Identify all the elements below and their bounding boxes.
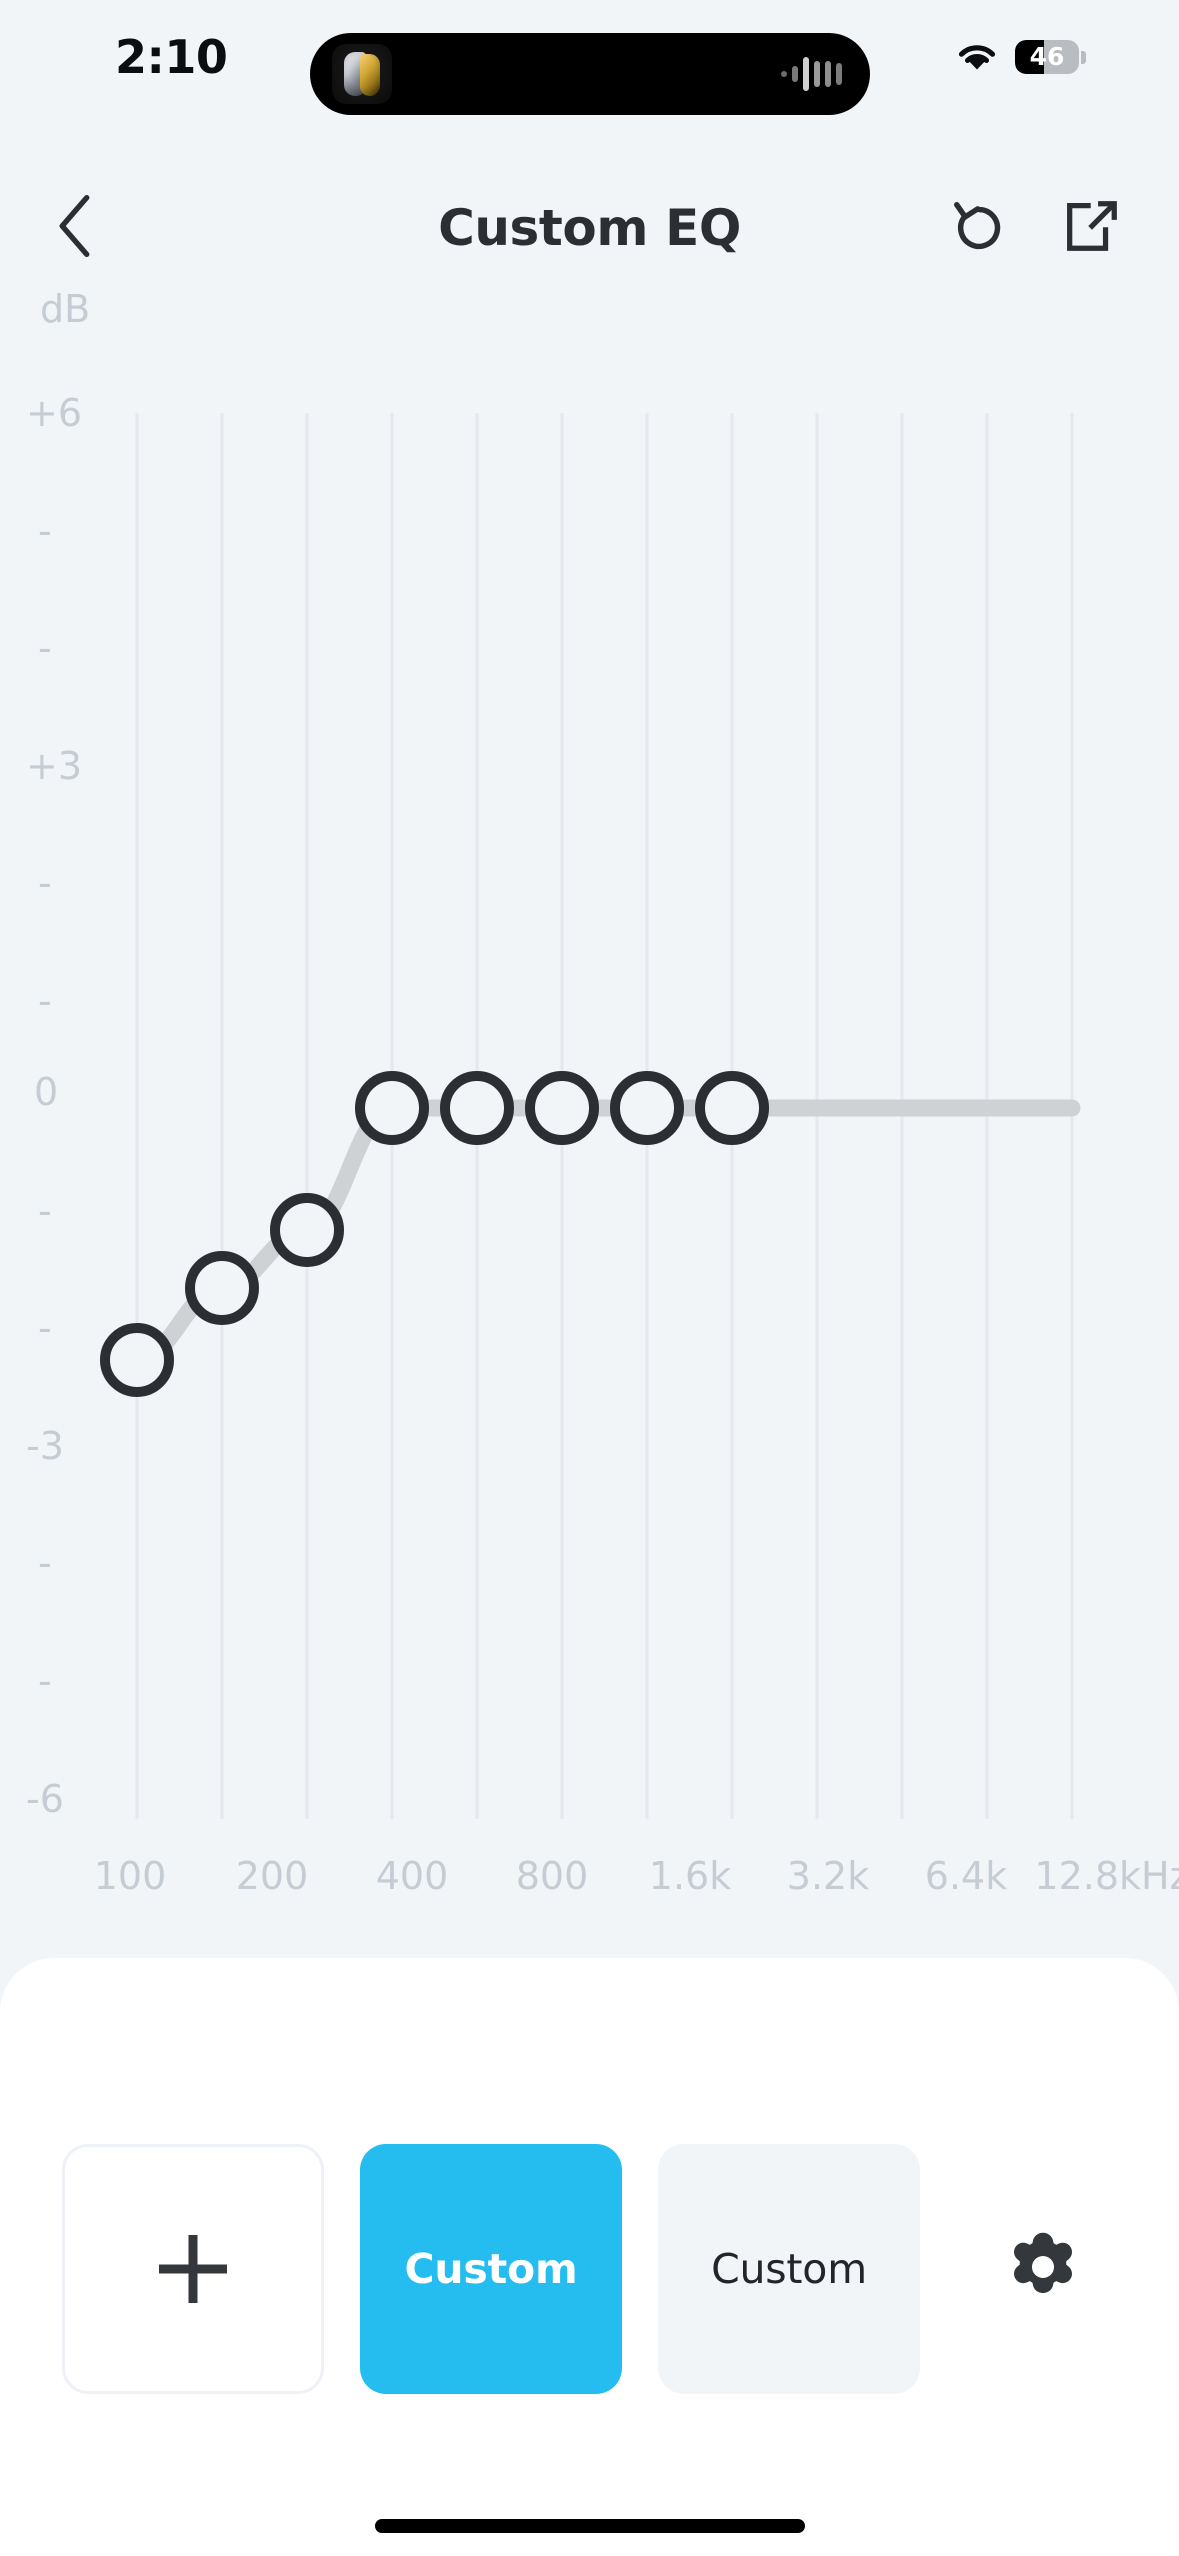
share-export-icon — [1060, 195, 1122, 262]
plus-icon — [145, 2221, 241, 2317]
preset-list: Custom Custom — [0, 2144, 1179, 2394]
x-axis-labels: 100 200 400 800 1.6k 3.2k 6.4k 12.8kHz — [94, 1854, 1179, 1898]
preset-bottom-sheet: Custom Custom — [0, 1958, 1179, 2556]
y-axis-labels: +6 - - +3 - - 0 - - -3 - - -6 — [26, 391, 82, 1821]
y-tick-minor-6: - — [38, 1306, 52, 1350]
y-axis-unit-label: dB — [40, 287, 90, 331]
status-bar-time: 2:10 — [115, 30, 228, 84]
eq-handle-1600[interactable] — [440, 1071, 514, 1145]
wifi-icon — [955, 40, 999, 74]
preset-label: Custom — [711, 2245, 867, 2293]
x-tick-800: 800 — [516, 1854, 589, 1898]
eq-handle-100[interactable] — [100, 1323, 174, 1397]
reset-button[interactable] — [937, 186, 1021, 270]
y-tick-minor-4: - — [38, 979, 52, 1023]
x-tick-400: 400 — [376, 1854, 449, 1898]
y-tick-zero: 0 — [34, 1070, 58, 1114]
nav-header: Custom EQ — [0, 172, 1179, 284]
preset-label: Custom — [404, 2245, 578, 2293]
x-tick-3200: 3.2k — [787, 1854, 869, 1898]
x-tick-1600: 1.6k — [649, 1854, 731, 1898]
eq-handle-800[interactable] — [355, 1071, 429, 1145]
y-tick-plus6: +6 — [26, 391, 82, 435]
y-tick-minus3: -3 — [26, 1424, 64, 1468]
status-bar-indicators: 46 — [955, 32, 1086, 82]
gear-icon — [1000, 2224, 1086, 2315]
home-indicator — [374, 2519, 805, 2533]
y-tick-minor-5: - — [38, 1189, 52, 1233]
settings-button[interactable] — [978, 2204, 1108, 2334]
x-tick-100: 100 — [94, 1854, 167, 1898]
y-tick-minor-2: - — [38, 626, 52, 670]
preset-tile-custom-2[interactable]: Custom — [658, 2144, 920, 2394]
audio-waveform-icon — [781, 33, 842, 115]
y-tick-minor-1: - — [38, 509, 52, 553]
share-button[interactable] — [1049, 186, 1133, 270]
now-playing-album-art — [332, 44, 392, 104]
y-tick-minus6: -6 — [26, 1777, 64, 1821]
y-tick-minor-7: - — [38, 1541, 52, 1585]
reset-undo-icon — [948, 195, 1010, 262]
status-bar: 2:10 46 — [0, 0, 1179, 115]
eq-handle-200[interactable] — [185, 1251, 259, 1325]
eq-handle-400[interactable] — [270, 1193, 344, 1267]
x-tick-12800: 12.8kHz — [1034, 1854, 1179, 1898]
eq-graph[interactable]: dB +6 - - +3 - - 0 - - -3 - - -6 100 200… — [0, 284, 1179, 1934]
battery-indicator: 46 — [1015, 40, 1086, 74]
eq-handle-6400[interactable] — [610, 1071, 684, 1145]
y-tick-minor-8: - — [38, 1659, 52, 1703]
eq-handle-12800[interactable] — [695, 1071, 769, 1145]
nav-actions — [937, 186, 1133, 270]
dynamic-island[interactable] — [310, 33, 870, 115]
battery-percent-label: 46 — [1029, 42, 1065, 71]
x-tick-200: 200 — [236, 1854, 309, 1898]
x-tick-6400: 6.4k — [925, 1854, 1007, 1898]
y-tick-plus3: +3 — [26, 744, 82, 788]
eq-band-handles[interactable] — [100, 1071, 769, 1397]
eq-handle-3200[interactable] — [525, 1071, 599, 1145]
preset-tile-custom-active[interactable]: Custom — [360, 2144, 622, 2394]
eq-chart-svg[interactable]: dB +6 - - +3 - - 0 - - -3 - - -6 100 200… — [0, 284, 1179, 1934]
y-tick-minor-3: - — [38, 861, 52, 905]
add-preset-button[interactable] — [62, 2144, 324, 2394]
